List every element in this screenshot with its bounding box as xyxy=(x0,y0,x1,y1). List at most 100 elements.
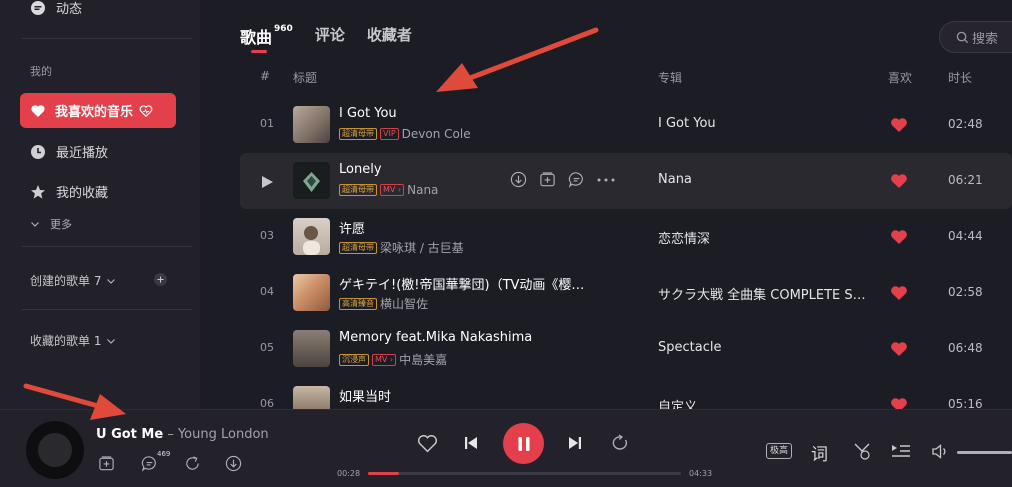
mv-badge[interactable]: MV › xyxy=(380,184,405,196)
quality-button[interactable]: 极高 xyxy=(766,443,793,459)
now-playing-title[interactable]: U Got Me xyxy=(96,427,163,442)
song-row[interactable]: 06 如果当时 自定义 05:16 xyxy=(240,377,1012,409)
lyrics-button[interactable]: 词 xyxy=(811,440,828,465)
song-title[interactable]: Lonely xyxy=(339,162,382,177)
song-meta: 超清母带 梁咏琪 / 古巨基 xyxy=(339,239,464,256)
column-num: # xyxy=(260,69,271,83)
playlist-queue-icon[interactable] xyxy=(891,442,911,460)
album-link[interactable]: 自定义 xyxy=(658,396,697,409)
star-icon xyxy=(30,184,46,200)
share-icon[interactable] xyxy=(184,455,201,472)
next-icon[interactable] xyxy=(567,435,583,451)
add-playlist-icon[interactable] xyxy=(154,273,167,286)
liked-heart-icon[interactable] xyxy=(890,117,908,133)
divider xyxy=(22,309,192,310)
search-input[interactable]: 搜索 xyxy=(939,21,1012,53)
artist-link[interactable]: 梁咏琪 / 古巨基 xyxy=(380,239,464,256)
download-icon[interactable] xyxy=(225,455,242,472)
duration: 02:58 xyxy=(948,285,983,299)
song-row[interactable]: 05 Memory feat.Mika Nakashima 沉浸声 MV › 中… xyxy=(240,321,1012,377)
comment-icon[interactable] xyxy=(568,171,585,188)
artist-link[interactable]: Devon Cole xyxy=(402,127,471,141)
repeat-icon[interactable] xyxy=(609,434,630,452)
column-duration[interactable]: 时长 xyxy=(948,69,972,86)
song-meta: 沉浸声 MV › 中島美嘉 xyxy=(339,351,447,368)
collected-playlists-header[interactable]: 收藏的歌单 1 xyxy=(30,332,116,349)
sidebar-item-activity[interactable]: 动态 xyxy=(30,0,82,17)
album-cover[interactable] xyxy=(293,162,330,199)
song-meta: 高清臻音 横山智佐 xyxy=(339,295,428,312)
section-title: 创建的歌单 7 xyxy=(30,274,102,288)
created-playlists-header[interactable]: 创建的歌单 7 xyxy=(30,272,116,289)
now-playing-artist[interactable]: Young London xyxy=(178,427,269,442)
tab-songs[interactable]: 歌曲 960 xyxy=(240,24,293,53)
album-link[interactable]: Spectacle xyxy=(658,340,721,355)
artist-link[interactable]: 中島美嘉 xyxy=(399,351,447,368)
quality-badge: 高清臻音 xyxy=(339,297,377,310)
tab-bar: 歌曲 960 评论 收藏者 xyxy=(240,24,434,53)
comment-icon[interactable] xyxy=(141,455,158,472)
album-link[interactable]: Nana xyxy=(658,172,692,187)
track-number: 06 xyxy=(260,397,274,409)
album-link[interactable]: 恋恋情深 xyxy=(658,228,710,247)
song-row[interactable]: 04 ゲキテイ!(檄!帝国華撃団)（TV动画《樱… 高清臻音 横山智佐 サクラ大… xyxy=(240,265,1012,321)
search-icon xyxy=(956,31,969,44)
liked-heart-icon[interactable] xyxy=(890,285,908,301)
column-album[interactable]: 专辑 xyxy=(658,69,682,86)
add-to-playlist-icon[interactable] xyxy=(539,171,556,188)
album-cover[interactable] xyxy=(293,274,330,311)
heartbeat-mode-icon[interactable] xyxy=(139,104,153,118)
sidebar-item-recent[interactable]: 最近播放 xyxy=(30,142,108,161)
sound-effect-icon[interactable] xyxy=(851,440,873,462)
cover-art xyxy=(38,433,72,467)
volume-icon[interactable] xyxy=(931,443,949,460)
download-icon[interactable] xyxy=(510,171,527,188)
total-time: 04:33 xyxy=(689,469,713,478)
album-cover[interactable] xyxy=(293,218,330,255)
song-row[interactable]: 03 许愿 超清母带 梁咏琪 / 古巨基 恋恋情深 04:44 xyxy=(240,209,1012,265)
tab-comments[interactable]: 评论 xyxy=(315,24,345,45)
artist-link[interactable]: Nana xyxy=(407,183,438,197)
volume-slider[interactable] xyxy=(957,451,1012,454)
column-title[interactable]: 标题 xyxy=(293,69,317,86)
song-title[interactable]: Memory feat.Mika Nakashima xyxy=(339,330,532,345)
album-cover[interactable] xyxy=(293,330,330,367)
song-title[interactable]: 许愿 xyxy=(339,218,365,237)
liked-heart-icon[interactable] xyxy=(890,173,908,189)
liked-heart-icon[interactable] xyxy=(890,397,908,409)
search-placeholder: 搜索 xyxy=(972,31,999,47)
like-heart-icon[interactable] xyxy=(417,434,438,453)
song-title[interactable]: I Got You xyxy=(339,106,397,121)
song-row[interactable]: 01 I Got You 超清母带 VIP Devon Cole I Got Y… xyxy=(240,97,1012,153)
liked-heart-icon[interactable] xyxy=(890,341,908,357)
progress-bar[interactable] xyxy=(368,472,681,475)
song-title[interactable]: 如果当时 xyxy=(339,386,391,405)
column-like: 喜欢 xyxy=(888,71,913,85)
song-title[interactable]: ゲキテイ!(檄!帝国華撃団)（TV动画《樱… xyxy=(339,274,584,293)
album-link[interactable]: サクラ大戦 全曲集 COMPLETE S… xyxy=(658,284,866,303)
track-number: 04 xyxy=(260,285,274,298)
sidebar-item-liked-music[interactable]: 我喜欢的音乐 xyxy=(20,93,176,128)
clock-icon xyxy=(30,144,46,160)
mv-badge[interactable]: MV › xyxy=(372,353,397,366)
tab-label: 歌曲 xyxy=(240,28,273,47)
album-cover[interactable] xyxy=(293,106,330,143)
sidebar-item-label: 我的收藏 xyxy=(56,186,109,201)
album-cover[interactable] xyxy=(293,386,330,409)
divider xyxy=(22,38,192,39)
song-row[interactable]: Lonely 超清母带 MV › Nana Nana 06:21 xyxy=(240,153,1012,209)
sidebar-item-favorites[interactable]: 我的收藏 xyxy=(30,182,108,201)
album-link[interactable]: I Got You xyxy=(658,116,716,131)
now-playing-cover[interactable] xyxy=(26,421,84,479)
divider xyxy=(22,246,192,247)
artist-link[interactable]: 横山智佐 xyxy=(380,295,428,312)
add-to-playlist-icon[interactable] xyxy=(98,455,115,472)
pause-button[interactable] xyxy=(503,423,544,464)
previous-icon[interactable] xyxy=(463,435,479,451)
more-icon[interactable] xyxy=(597,178,615,182)
liked-heart-icon[interactable] xyxy=(890,229,908,245)
tab-collectors[interactable]: 收藏者 xyxy=(367,24,412,45)
sidebar-item-more[interactable]: 更多 xyxy=(30,216,72,232)
track-number: 05 xyxy=(260,341,274,354)
play-icon[interactable] xyxy=(261,174,274,193)
